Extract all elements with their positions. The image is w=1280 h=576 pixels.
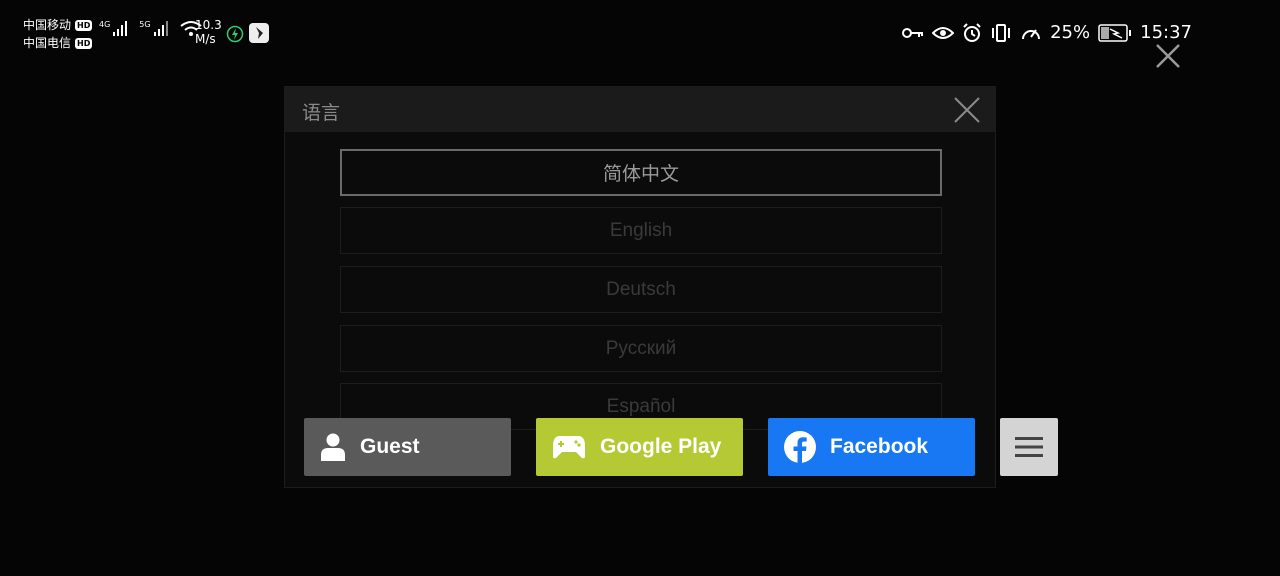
vibrate-icon	[992, 23, 1011, 42]
dialog-close-icon[interactable]	[953, 96, 981, 124]
language-option-zh[interactable]: 简体中文	[340, 149, 942, 196]
more-options-button[interactable]	[1000, 418, 1058, 476]
battery-percent: 25%	[1050, 22, 1091, 43]
user-icon	[321, 433, 345, 461]
charging-icon	[226, 25, 244, 43]
dialog-title: 语言	[302, 102, 341, 124]
guest-login-button[interactable]: Guest	[304, 418, 511, 476]
hamburger-icon	[1015, 437, 1043, 457]
alarm-icon	[963, 22, 981, 42]
close-icon[interactable]	[1154, 42, 1182, 70]
speedometer-icon	[1022, 28, 1041, 39]
facebook-label: Facebook	[830, 435, 929, 458]
carrier-info: 中国移动 HD 中国电信 HD	[23, 16, 93, 52]
signal-icon: 5G	[139, 20, 169, 36]
network-speed: 10.3 M/s	[195, 18, 222, 46]
google-play-label: Google Play	[600, 435, 722, 458]
carrier-1: 中国移动	[23, 18, 72, 32]
facebook-login-button[interactable]: Facebook	[768, 418, 975, 476]
status-right: 25% 15:37	[902, 22, 1192, 43]
language-option-en[interactable]: English	[340, 207, 942, 254]
google-play-login-button[interactable]: Google Play	[536, 418, 743, 476]
dialog-header: 语言	[285, 87, 995, 132]
hd-badge: HD	[75, 38, 93, 49]
language-option-ru[interactable]: Русский	[340, 325, 942, 372]
key-icon	[902, 27, 924, 38]
eye-icon	[932, 26, 955, 39]
facebook-icon	[784, 431, 816, 463]
app-notification-icon	[249, 23, 269, 43]
signal-icon: 4G	[99, 20, 129, 36]
clock: 15:37	[1140, 22, 1192, 43]
carrier-2: 中国电信	[23, 36, 72, 50]
language-option-de[interactable]: Deutsch	[340, 266, 942, 313]
signal-group: 4G 5G	[99, 20, 202, 36]
gamepad-icon	[553, 436, 585, 459]
hd-badge: HD	[75, 20, 93, 31]
battery-icon	[1098, 23, 1132, 42]
guest-label: Guest	[360, 435, 420, 458]
